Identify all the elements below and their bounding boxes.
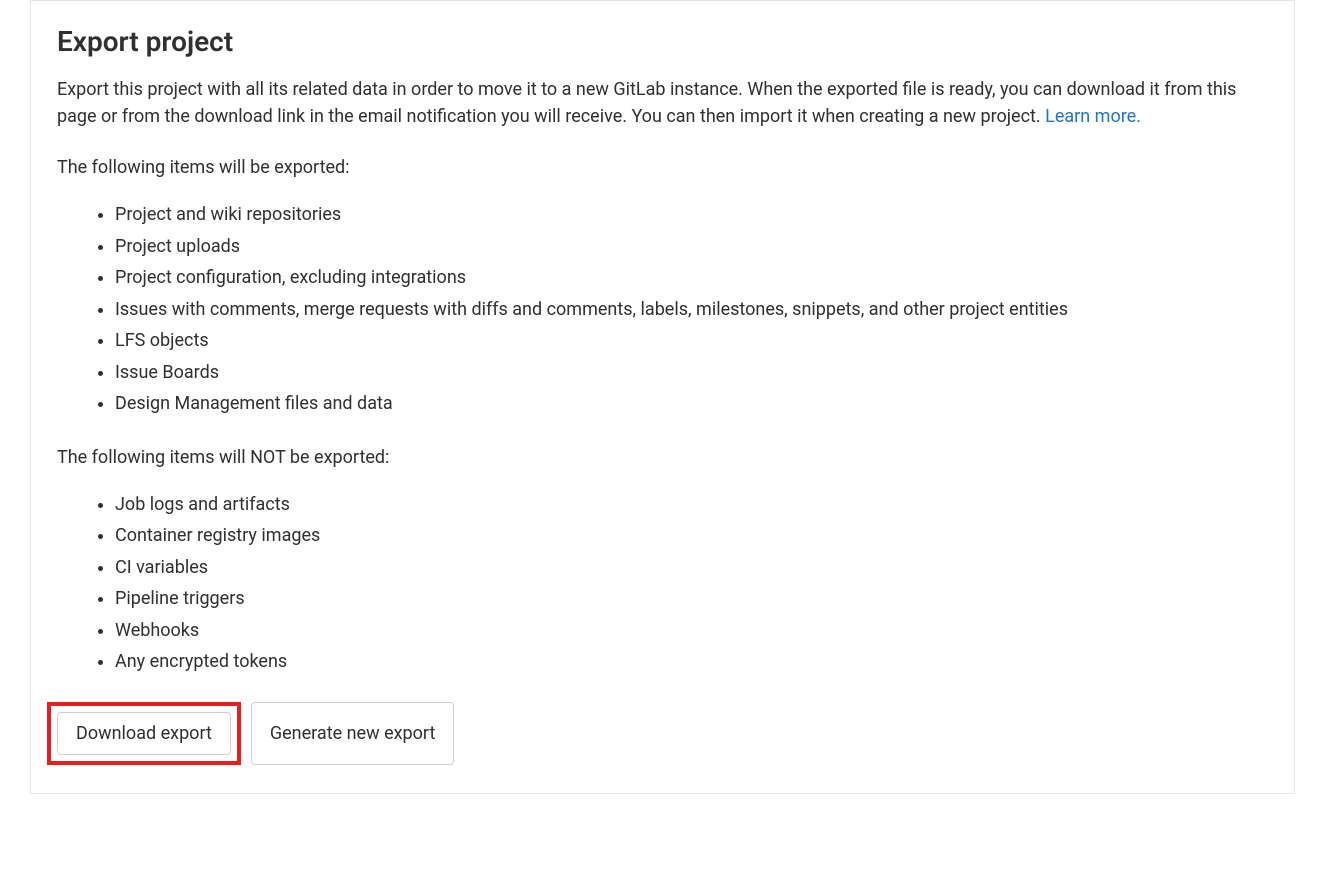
list-item: Issues with comments, merge requests wit… <box>115 294 1268 326</box>
list-item: Webhooks <box>115 615 1268 647</box>
list-item: Any encrypted tokens <box>115 646 1268 678</box>
not-exported-items-list: Job logs and artifacts Container registr… <box>57 489 1268 678</box>
export-project-description: Export this project with all its related… <box>57 76 1268 130</box>
list-item: CI variables <box>115 552 1268 584</box>
not-exported-items-label: The following items will NOT be exported… <box>57 444 1268 471</box>
list-item: Issue Boards <box>115 357 1268 389</box>
generate-new-export-button[interactable]: Generate new export <box>251 702 454 765</box>
export-buttons-row: Download export Generate new export <box>57 702 1268 765</box>
list-item: Project configuration, excluding integra… <box>115 262 1268 294</box>
list-item: Project uploads <box>115 231 1268 263</box>
highlight-annotation: Download export <box>47 702 241 765</box>
export-project-heading: Export project <box>57 25 1268 58</box>
learn-more-link[interactable]: Learn more. <box>1045 106 1141 127</box>
list-item: Design Management files and data <box>115 388 1268 420</box>
list-item: Pipeline triggers <box>115 583 1268 615</box>
list-item: Job logs and artifacts <box>115 489 1268 521</box>
list-item: Project and wiki repositories <box>115 199 1268 231</box>
exported-items-label: The following items will be exported: <box>57 154 1268 181</box>
list-item: Container registry images <box>115 520 1268 552</box>
download-export-button[interactable]: Download export <box>57 712 231 755</box>
list-item: LFS objects <box>115 325 1268 357</box>
export-project-panel: Export project Export this project with … <box>30 0 1295 794</box>
exported-items-list: Project and wiki repositories Project up… <box>57 199 1268 420</box>
